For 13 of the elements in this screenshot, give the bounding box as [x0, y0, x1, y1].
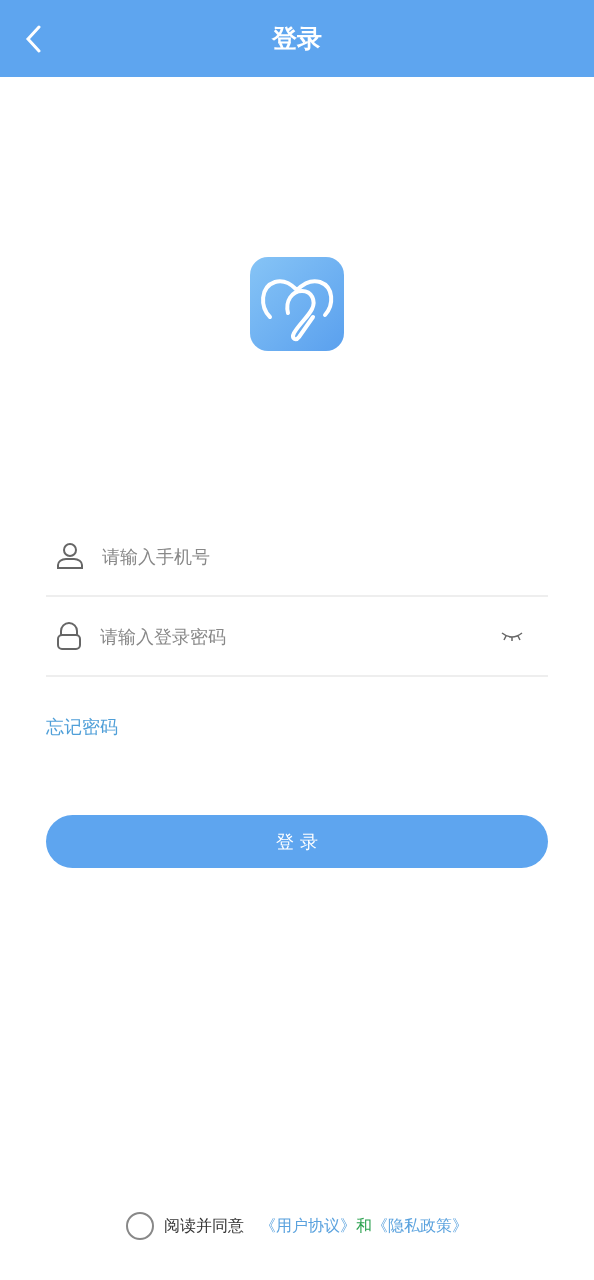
- user-agreement-link[interactable]: 《用户协议》: [260, 1215, 356, 1237]
- back-icon: [25, 25, 41, 53]
- lock-icon: [56, 622, 82, 650]
- closed-eye-icon[interactable]: [500, 629, 524, 643]
- page-title: 登录: [272, 23, 322, 55]
- login-button[interactable]: 登 录: [46, 815, 548, 868]
- agree-text: 阅读并同意: [164, 1215, 244, 1237]
- app-logo-icon: [250, 257, 344, 351]
- and-text: 和: [356, 1215, 372, 1237]
- privacy-policy-link[interactable]: 《隐私政策》: [372, 1215, 468, 1237]
- forgot-password-link[interactable]: 忘记密码: [46, 715, 118, 739]
- agree-radio[interactable]: [126, 1212, 154, 1240]
- user-icon: [56, 542, 84, 570]
